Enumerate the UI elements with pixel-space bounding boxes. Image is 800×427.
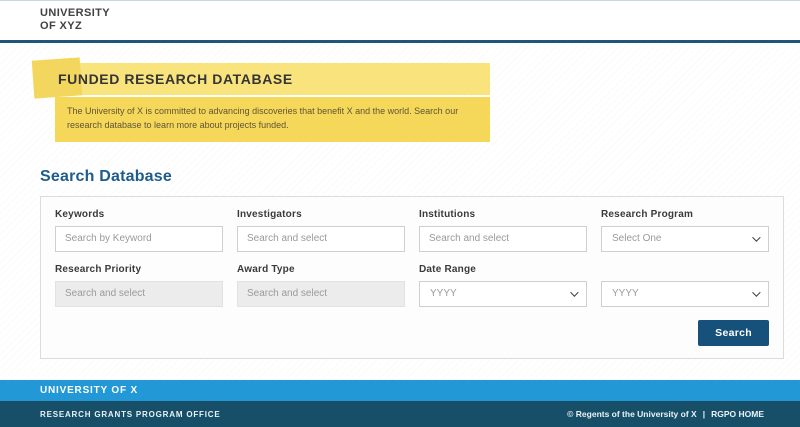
search-button[interactable]: Search bbox=[698, 319, 769, 346]
hero-description: The University of X is committed to adva… bbox=[55, 97, 490, 142]
institutions-input[interactable] bbox=[419, 225, 587, 252]
investigators-input[interactable] bbox=[237, 225, 405, 252]
university-logo[interactable]: UNIVERSITY OF XYZ bbox=[40, 7, 800, 33]
research-priority-label: Research Priority bbox=[55, 263, 142, 275]
research-priority-input bbox=[55, 280, 223, 307]
page-title: FUNDED RESEARCH DATABASE bbox=[58, 71, 293, 87]
field-date-range-start: Date Range YYYY bbox=[419, 264, 587, 307]
field-institutions: Institutions bbox=[419, 209, 587, 252]
button-row: Search bbox=[55, 319, 769, 346]
date-range-start-value: YYYY bbox=[430, 288, 457, 300]
footer-office-bar: RESEARCH GRANTS PROGRAM OFFICE © Regents… bbox=[0, 401, 800, 427]
award-type-input bbox=[237, 280, 405, 307]
field-date-range-end: YYYY bbox=[601, 264, 769, 307]
footer-divider: | bbox=[702, 409, 706, 419]
chevron-down-icon bbox=[752, 288, 761, 297]
footer-university-link[interactable]: UNIVERSITY OF X bbox=[40, 385, 138, 396]
keywords-input[interactable] bbox=[55, 225, 223, 252]
footer-office-label: RESEARCH GRANTS PROGRAM OFFICE bbox=[40, 409, 221, 419]
chevron-down-icon bbox=[752, 233, 761, 242]
field-research-priority: Research Priority bbox=[55, 264, 223, 307]
date-range-end-select[interactable]: YYYY bbox=[601, 280, 769, 307]
field-investigators: Investigators bbox=[237, 209, 405, 252]
search-form-grid: Keywords Investigators Institutions Rese… bbox=[55, 209, 769, 307]
site-header: UNIVERSITY OF XYZ bbox=[0, 0, 800, 43]
investigators-label: Investigators bbox=[237, 208, 302, 220]
research-program-select[interactable]: Select One bbox=[601, 225, 769, 252]
keywords-label: Keywords bbox=[55, 208, 105, 220]
brand-line-2: OF XYZ bbox=[40, 20, 83, 32]
footer-university-bar: UNIVERSITY OF X bbox=[0, 380, 800, 401]
hero-title-banner: FUNDED RESEARCH DATABASE bbox=[40, 63, 490, 95]
chevron-down-icon bbox=[570, 288, 579, 297]
footer-right-group: © Regents of the University of X | RGPO … bbox=[567, 409, 764, 419]
award-type-label: Award Type bbox=[237, 263, 295, 275]
search-form-panel: Keywords Investigators Institutions Rese… bbox=[40, 195, 784, 359]
field-keywords: Keywords bbox=[55, 209, 223, 252]
rgpo-home-link[interactable]: RGPO HOME bbox=[711, 409, 764, 419]
footer-copyright: © Regents of the University of X bbox=[567, 409, 697, 419]
search-database-heading: Search Database bbox=[40, 167, 172, 185]
field-award-type: Award Type bbox=[237, 264, 405, 307]
site-footer: UNIVERSITY OF X RESEARCH GRANTS PROGRAM … bbox=[0, 380, 800, 427]
institutions-label: Institutions bbox=[419, 208, 476, 220]
date-range-label: Date Range bbox=[419, 263, 477, 275]
brand-line-1: UNIVERSITY bbox=[40, 7, 111, 19]
field-research-program: Research Program Select One bbox=[601, 209, 769, 252]
date-range-end-value: YYYY bbox=[612, 288, 639, 300]
main-content: FUNDED RESEARCH DATABASE The University … bbox=[0, 43, 800, 380]
research-program-value: Select One bbox=[612, 233, 662, 245]
research-program-label: Research Program bbox=[601, 208, 694, 220]
date-range-start-select[interactable]: YYYY bbox=[419, 280, 587, 307]
